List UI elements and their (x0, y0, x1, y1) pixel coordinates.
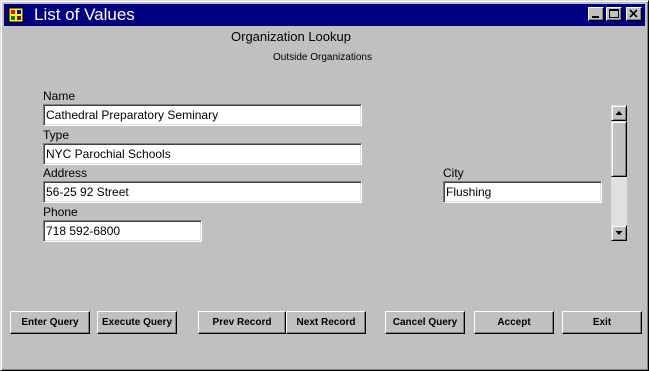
arrow-down-icon (615, 231, 623, 235)
form-subtitle: Outside Organizations (273, 52, 372, 63)
city-label: City (443, 166, 464, 180)
scroll-thumb[interactable] (611, 121, 627, 177)
scroll-up-button[interactable] (611, 105, 627, 121)
address-field[interactable]: 56-25 92 Street (43, 181, 362, 203)
exit-button[interactable]: Exit (562, 311, 642, 334)
maximize-icon (609, 9, 619, 18)
close-icon (629, 9, 638, 18)
window-title: List of Values (34, 5, 135, 24)
name-field[interactable]: Cathedral Preparatory Seminary (43, 104, 362, 126)
maximize-button[interactable] (606, 7, 622, 21)
minimize-icon (592, 16, 599, 18)
minimize-button[interactable] (588, 7, 604, 21)
name-label: Name (43, 89, 76, 103)
enter-query-button[interactable]: Enter Query (10, 311, 90, 334)
scroll-down-button[interactable] (611, 225, 627, 241)
form-title: Organization Lookup (231, 29, 351, 44)
lov-window: List of Values Organization Lookup Outsi… (0, 0, 649, 371)
city-value: Flushing (446, 185, 492, 199)
city-field[interactable]: Flushing (443, 181, 602, 203)
address-label: Address (43, 166, 88, 180)
close-button[interactable] (626, 7, 642, 21)
type-label: Type (43, 128, 70, 142)
address-value: 56-25 92 Street (46, 185, 129, 199)
phone-value: 718 592-6800 (46, 224, 121, 238)
type-value: NYC Parochial Schools (46, 147, 171, 161)
name-value: Cathedral Preparatory Seminary (46, 108, 219, 122)
next-record-button[interactable]: Next Record (286, 311, 366, 334)
cancel-query-button[interactable]: Cancel Query (385, 311, 465, 334)
phone-field[interactable]: 718 592-6800 (43, 220, 202, 242)
type-field[interactable]: NYC Parochial Schools (43, 143, 362, 165)
execute-query-button[interactable]: Execute Query (97, 311, 177, 334)
app-icon (8, 7, 24, 23)
prev-record-button[interactable]: Prev Record (198, 311, 286, 334)
title-bar[interactable]: List of Values (4, 4, 645, 26)
arrow-up-icon (615, 111, 623, 115)
record-scrollbar[interactable] (611, 105, 627, 241)
phone-label: Phone (43, 205, 78, 219)
accept-button[interactable]: Accept (474, 311, 554, 334)
